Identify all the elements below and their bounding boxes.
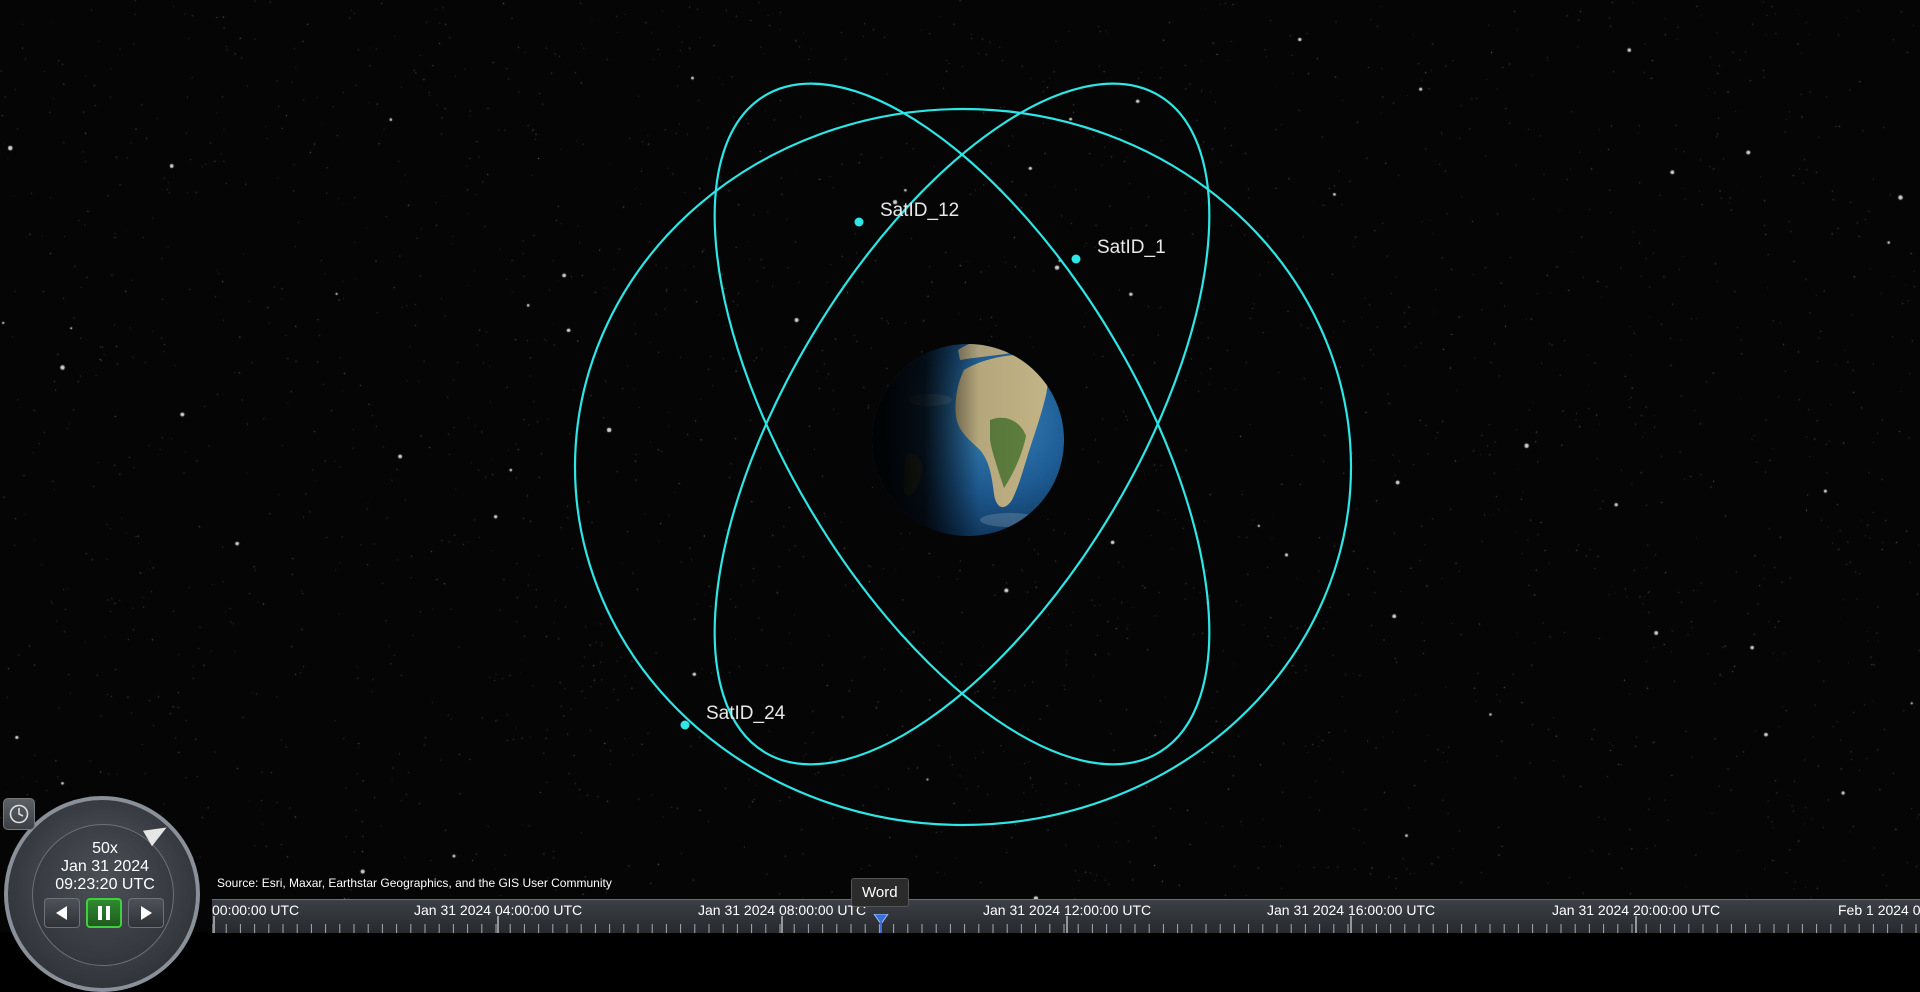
satellite-point-satid-12[interactable] — [854, 217, 864, 227]
animation-date: Jan 31 2024 — [60, 858, 150, 875]
play-reverse-button[interactable] — [44, 898, 80, 928]
play-reverse-icon — [56, 906, 67, 920]
clock-icon[interactable] — [3, 798, 35, 830]
earth-globe[interactable] — [860, 330, 1076, 550]
timeline-needle-icon[interactable] — [873, 914, 889, 933]
timeline-label: Jan 31 2024 04:00:00 UTC — [414, 902, 583, 918]
timeline-label: Jan 31 2024 08:00:00 UTC — [698, 902, 867, 918]
satellite-label-satid-1: SatID_1 — [1097, 237, 1166, 258]
satellite-label-satid-12: SatID_12 — [880, 200, 959, 221]
attribution-credit[interactable]: Source: Esri, Maxar, Earthstar Geographi… — [217, 876, 612, 890]
play-icon — [141, 906, 152, 920]
animation-widget: 50x Jan 31 2024 09:23:20 UTC — [0, 790, 210, 992]
pause-button[interactable] — [86, 898, 122, 928]
play-button[interactable] — [128, 898, 164, 928]
timeline-label: Jan 31 2024 12:00:00 UTC — [983, 902, 1152, 918]
cesium-viewer[interactable]: SatID_12 SatID_1 SatID_24 — [0, 0, 1920, 932]
timeline[interactable]: 00:00:00 UTC Jan 31 2024 04:00:00 UTC Ja… — [212, 899, 1920, 933]
animation-speed: 50x — [92, 840, 118, 857]
animation-time: 09:23:20 UTC — [55, 876, 155, 893]
timeline-label: 00:00:00 UTC — [212, 902, 300, 918]
satellite-point-satid-1[interactable] — [1071, 254, 1081, 264]
pause-icon — [98, 906, 110, 920]
globe-scene[interactable]: SatID_12 SatID_1 SatID_24 — [0, 0, 1920, 932]
timeline-label: Jan 31 2024 16:00:00 UTC — [1267, 902, 1436, 918]
timeline-label: Feb 1 2024 0 — [1838, 902, 1920, 918]
satellite-label-satid-24: SatID_24 — [706, 703, 786, 724]
timeline-label: Jan 31 2024 20:00:00 UTC — [1552, 902, 1721, 918]
tooltip: Word — [851, 878, 909, 907]
satellite-point-satid-24[interactable] — [680, 720, 690, 730]
